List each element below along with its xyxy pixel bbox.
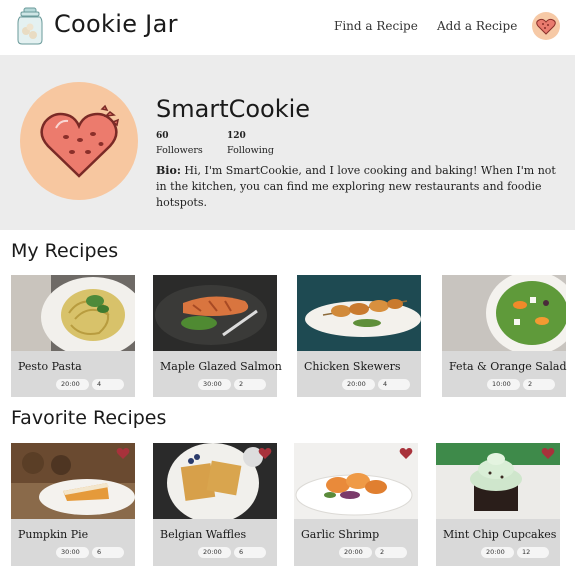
heart-cookie-icon	[40, 104, 120, 178]
cookie-jar-icon[interactable]	[16, 7, 44, 45]
recipe-photo	[153, 275, 277, 351]
heart-cookie-icon	[536, 18, 556, 35]
user-avatar[interactable]	[532, 12, 560, 40]
servings: 6	[92, 547, 124, 558]
cook-time: 30:00	[198, 379, 231, 390]
servings: 2	[234, 379, 266, 390]
favorite-recipes-heading: Favorite Recipes	[11, 407, 167, 429]
recipe-photo	[11, 275, 135, 351]
favorite-heart-icon[interactable]	[399, 447, 413, 460]
cook-time: 30:00	[56, 547, 89, 558]
recipe-title: Chicken Skewers	[304, 360, 401, 373]
recipe-card-chicken-skewers[interactable]: Chicken Skewers 20:00 4	[297, 275, 421, 397]
profile-section: SmartCookie 60 Followers 120 Following B…	[0, 55, 575, 230]
top-nav-bar: Cookie Jar Find a Recipe Add a Recipe	[0, 0, 575, 54]
cook-time: 20:00	[342, 379, 375, 390]
bio-text: Hi, I'm SmartCookie, and I love cooking …	[156, 164, 556, 209]
profile-bio: Bio: Hi, I'm SmartCookie, and I love coo…	[156, 163, 556, 211]
recipe-card-feta-orange-salad[interactable]: Feta & Orange Salad 10:00 2	[442, 275, 566, 397]
recipe-photo	[297, 275, 421, 351]
bio-label: Bio:	[156, 164, 181, 177]
servings: 4	[92, 379, 124, 390]
my-recipes-heading: My Recipes	[11, 240, 119, 262]
brand-name[interactable]: Cookie Jar	[54, 10, 178, 38]
followers-count[interactable]: 60	[156, 131, 169, 141]
recipe-card-maple-glazed-salmon[interactable]: Maple Glazed Salmon 30:00 2	[153, 275, 282, 397]
servings: 12	[517, 547, 549, 558]
recipe-title: Feta & Orange Salad	[449, 360, 567, 373]
recipe-title: Pumpkin Pie	[18, 528, 89, 541]
servings: 2	[523, 379, 555, 390]
profile-username: SmartCookie	[156, 95, 311, 123]
recipe-photo	[442, 275, 566, 351]
recipe-title: Belgian Waffles	[160, 528, 247, 541]
cook-time: 20:00	[56, 379, 89, 390]
recipe-title: Maple Glazed Salmon	[160, 360, 282, 373]
servings: 6	[234, 547, 266, 558]
nav-find-recipe[interactable]: Find a Recipe	[334, 19, 418, 33]
servings: 4	[378, 379, 410, 390]
following-label[interactable]: Following	[227, 145, 274, 156]
cook-time: 20:00	[339, 547, 372, 558]
followers-label[interactable]: Followers	[156, 145, 203, 156]
servings: 2	[375, 547, 407, 558]
favorite-heart-icon[interactable]	[541, 447, 555, 460]
recipe-title: Mint Chip Cupcakes	[443, 528, 557, 541]
recipe-card-pumpkin-pie[interactable]: Pumpkin Pie 30:00 6	[11, 443, 135, 566]
nav-add-recipe[interactable]: Add a Recipe	[437, 19, 517, 33]
favorite-heart-icon[interactable]	[258, 447, 272, 460]
cook-time: 20:00	[198, 547, 231, 558]
favorite-heart-icon[interactable]	[116, 447, 130, 460]
recipe-title: Garlic Shrimp	[301, 528, 380, 541]
recipe-card-mint-chip-cupcakes[interactable]: Mint Chip Cupcakes 20:00 12	[436, 443, 560, 566]
following-count[interactable]: 120	[227, 131, 246, 141]
recipe-card-belgian-waffles[interactable]: Belgian Waffles 20:00 6	[153, 443, 277, 566]
recipe-card-pesto-pasta[interactable]: Pesto Pasta 20:00 4	[11, 275, 135, 397]
profile-avatar	[20, 82, 138, 200]
cook-time: 10:00	[487, 379, 520, 390]
recipe-card-garlic-shrimp[interactable]: Garlic Shrimp 20:00 2	[294, 443, 418, 566]
cook-time: 20:00	[481, 547, 514, 558]
recipe-title: Pesto Pasta	[18, 360, 82, 373]
